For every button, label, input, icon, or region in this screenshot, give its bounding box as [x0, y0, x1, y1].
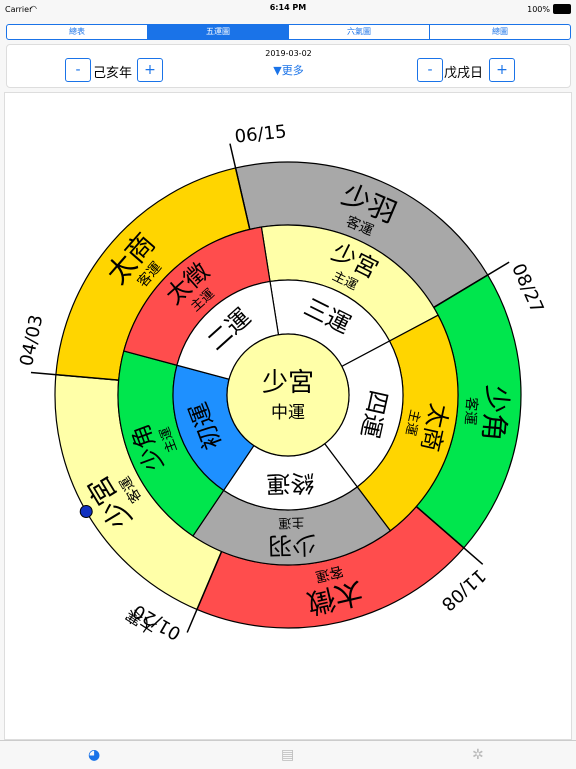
date-label: 08/27: [507, 260, 547, 316]
book-icon[interactable]: ▤: [281, 747, 294, 763]
date-label: 11/08: [437, 565, 490, 615]
wheel-panel: 少羽 客運 少角 客運 太徵 客運 少宮 客運 太商 客運 少宮 主運 太商 主運 少羽 主運 少角 主運 太徵 主運…: [4, 92, 572, 740]
five-movements-wheel: 少羽客運少角客運太徵客運少宮客運太商客運 少宮主運太商主運少羽主運少角主運太徵主運…: [16, 121, 547, 644]
more-button[interactable]: ▼更多: [7, 62, 570, 78]
status-bar: Carrier ◠ 6:14 PM 100%: [0, 0, 576, 20]
day-plus-button[interactable]: +: [489, 58, 515, 82]
view-segmented-control: 總表 五運圖 六氣圖 總圖: [6, 24, 571, 40]
gear-icon[interactable]: ✲: [472, 747, 484, 763]
tab-summary[interactable]: 總表: [7, 25, 148, 39]
center-subtitle: 中運: [271, 403, 305, 423]
bottom-tab-bar: ◕ ▤ ✲: [0, 740, 576, 769]
day-minus-button[interactable]: -: [417, 58, 443, 82]
date-label: 06/15: [234, 121, 288, 147]
battery-icon: [553, 4, 571, 14]
clock: 6:14 PM: [269, 3, 307, 12]
middle-label: 少羽: [268, 530, 317, 559]
battery-percent: 100%: [527, 5, 550, 14]
day-label: 戊戌日: [444, 66, 484, 81]
current-date-marker: [79, 505, 93, 518]
tab-overview[interactable]: 總圖: [430, 25, 570, 39]
outer-sublabel: 客運: [461, 396, 480, 425]
middle-sublabel: 主運: [278, 514, 304, 530]
date-controls: - 己亥年 + 2019-03-02 ▼更多 - 戊戌日 +: [6, 44, 571, 88]
outer-label: 少角: [476, 384, 514, 443]
chart-icon[interactable]: ◕: [88, 747, 100, 763]
tab-five-movements[interactable]: 五運圖: [148, 25, 289, 39]
tab-six-qi[interactable]: 六氣圖: [289, 25, 430, 39]
center-title: 少宮: [262, 368, 314, 398]
date-label: 2019-03-02: [265, 49, 312, 58]
date-label: 04/03: [16, 313, 47, 368]
inner-label: 終運: [266, 468, 315, 497]
